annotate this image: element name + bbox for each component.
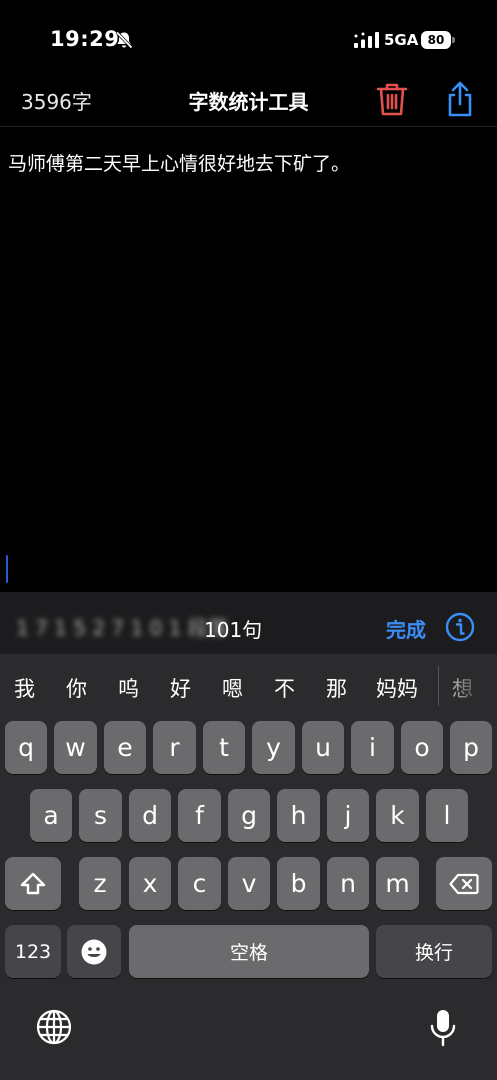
key-label: x <box>142 869 158 898</box>
candidate-item[interactable]: 那 <box>326 673 347 703</box>
text-cursor <box>6 555 8 583</box>
candidate-item[interactable]: 不 <box>274 673 295 703</box>
candidate-item[interactable]: 嗯 <box>222 673 243 703</box>
key-h[interactable]: h <box>277 789 320 842</box>
key-l[interactable]: l <box>426 789 468 842</box>
key-label: h <box>290 801 307 830</box>
key-label: b <box>290 869 307 898</box>
battery-cap <box>452 37 455 43</box>
candidate-item[interactable]: 你 <box>66 673 87 703</box>
key-label: f <box>195 801 204 830</box>
key-label: c <box>192 869 207 898</box>
bell-slash-icon <box>115 31 133 49</box>
key-label: v <box>241 869 257 898</box>
key-c[interactable]: c <box>178 857 221 910</box>
key-j[interactable]: j <box>327 789 369 842</box>
candidate-bar: 我 你 呜 好 嗯 不 那 妈妈 想 <box>0 654 497 712</box>
key-a[interactable]: a <box>30 789 72 842</box>
key-o[interactable]: o <box>401 721 443 774</box>
return-key[interactable]: 换行 <box>376 925 492 978</box>
info-icon[interactable] <box>445 612 475 642</box>
key-label: j <box>344 801 352 830</box>
key-s[interactable]: s <box>79 789 122 842</box>
signal-icon <box>354 32 379 48</box>
candidate-divider <box>438 666 439 706</box>
key-r[interactable]: r <box>153 721 196 774</box>
key-label: o <box>414 733 430 762</box>
key-label: a <box>43 801 59 830</box>
done-button[interactable]: 完成 <box>386 614 426 643</box>
key-t[interactable]: t <box>203 721 245 774</box>
key-label: n <box>340 869 356 898</box>
backspace-icon <box>449 873 479 894</box>
key-v[interactable]: v <box>228 857 270 910</box>
key-d[interactable]: d <box>129 789 171 842</box>
status-time: 19:29 <box>50 27 120 51</box>
key-z[interactable]: z <box>79 857 121 910</box>
key-label: 空格 <box>229 942 268 964</box>
key-u[interactable]: u <box>302 721 344 774</box>
emoji-key[interactable] <box>67 925 121 978</box>
candidate-item[interactable]: 呜 <box>118 673 139 703</box>
shift-key[interactable] <box>5 857 61 910</box>
key-label: m <box>385 869 410 898</box>
candidate-item[interactable]: 我 <box>14 673 35 703</box>
sentence-count: 101句 <box>204 618 263 642</box>
candidate-item[interactable]: 妈妈 <box>376 673 418 703</box>
expand-candidates-icon[interactable] <box>448 672 493 698</box>
stats-toolbar: 1 7 1 5 2 7 1 0 1 段落 101句 完成 <box>0 592 497 654</box>
key-label: z <box>93 869 107 898</box>
key-label: 123 <box>14 940 52 963</box>
battery-indicator: 80 <box>421 31 455 49</box>
blurred-stat: 1 7 1 5 2 7 1 0 1 段落 <box>16 616 228 640</box>
key-label: u <box>315 733 331 762</box>
numbers-key[interactable]: 123 <box>5 925 61 978</box>
key-label: q <box>18 733 34 762</box>
trash-icon[interactable] <box>374 80 410 118</box>
key-n[interactable]: n <box>327 857 369 910</box>
candidate-item[interactable]: 好 <box>170 673 191 703</box>
key-i[interactable]: i <box>351 721 394 774</box>
key-label: l <box>443 801 451 830</box>
key-label: i <box>369 733 376 762</box>
key-q[interactable]: q <box>5 721 47 774</box>
text-editor[interactable]: 马师傅第二天早上心情很好地去下矿了。 <box>0 127 497 592</box>
key-k[interactable]: k <box>376 789 419 842</box>
backspace-key[interactable] <box>436 857 492 910</box>
key-label: k <box>390 801 405 830</box>
key-label: g <box>241 801 257 830</box>
key-label: s <box>93 801 108 830</box>
key-label: w <box>65 733 86 762</box>
screen: 19:29 5GA 80 3596字 字数统计工具 马师傅第二天早上心情很好地去… <box>0 0 497 1080</box>
share-icon[interactable] <box>442 80 478 118</box>
key-y[interactable]: y <box>252 721 295 774</box>
network-label: 5GA <box>384 31 419 49</box>
globe-icon[interactable] <box>36 1009 72 1045</box>
key-p[interactable]: p <box>450 721 492 774</box>
key-label: d <box>142 801 158 830</box>
status-bar: 19:29 5GA 80 <box>0 0 497 80</box>
emoji-icon <box>81 939 107 964</box>
space-key[interactable]: 空格 <box>129 925 369 978</box>
key-e[interactable]: e <box>104 721 146 774</box>
microphone-icon[interactable] <box>428 1008 458 1048</box>
key-f[interactable]: f <box>178 789 221 842</box>
editor-text: 马师傅第二天早上心情很好地去下矿了。 <box>8 153 351 175</box>
key-m[interactable]: m <box>376 857 419 910</box>
key-label: r <box>169 733 180 762</box>
battery-level: 80 <box>421 31 451 49</box>
key-label: e <box>117 733 133 762</box>
nav-bar: 3596字 字数统计工具 <box>0 80 497 126</box>
key-label: t <box>219 733 229 762</box>
key-label: p <box>463 733 479 762</box>
key-w[interactable]: w <box>54 721 97 774</box>
keyboard: 我 你 呜 好 嗯 不 那 妈妈 想 q w e r t y u i o p a… <box>0 654 497 1080</box>
key-label: 换行 <box>414 942 453 964</box>
key-x[interactable]: x <box>129 857 171 910</box>
shift-icon <box>20 872 46 894</box>
page-title: 字数统计工具 <box>188 90 309 114</box>
key-label: y <box>266 733 281 762</box>
key-g[interactable]: g <box>228 789 270 842</box>
key-b[interactable]: b <box>277 857 320 910</box>
